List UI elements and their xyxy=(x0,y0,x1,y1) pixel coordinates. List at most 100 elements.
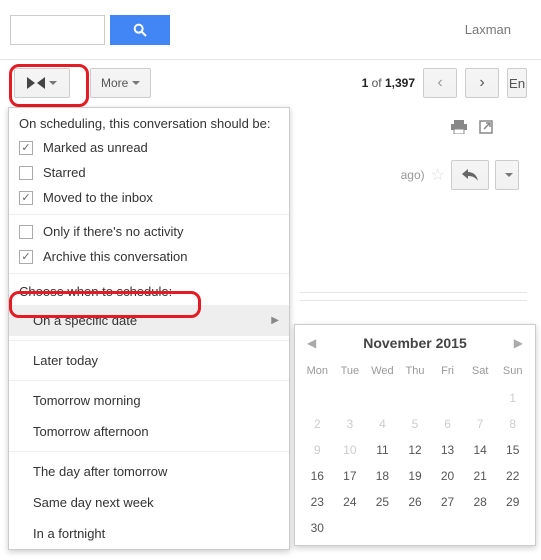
schedule-option[interactable]: Later today xyxy=(9,345,289,376)
cal-day[interactable]: 26 xyxy=(399,489,432,515)
cal-day xyxy=(464,385,497,411)
cal-weekday: Tue xyxy=(334,361,367,385)
menu-checkbox-item[interactable]: ✓ Moved to the inbox xyxy=(9,185,289,210)
schedule-option[interactable]: On a specific date ▶ xyxy=(9,305,289,336)
cal-day[interactable]: 16 xyxy=(301,463,334,489)
cal-day[interactable]: 1 xyxy=(496,385,529,411)
cal-weekday: Mon xyxy=(301,361,334,385)
top-bar: Laxman xyxy=(0,0,541,60)
cal-day[interactable]: 13 xyxy=(431,437,464,463)
choose-heading: Choose when to schedule: xyxy=(9,278,289,305)
cal-day xyxy=(334,515,367,541)
cal-day[interactable]: 19 xyxy=(399,463,432,489)
star-icon[interactable]: ☆ xyxy=(431,165,445,185)
chevron-right-icon: › xyxy=(479,74,484,92)
snooze-dropdown-button[interactable] xyxy=(14,68,70,98)
cal-day[interactable]: 15 xyxy=(496,437,529,463)
menu-heading: On scheduling, this conversation should … xyxy=(9,108,289,135)
cal-day[interactable]: 4 xyxy=(366,411,399,437)
user-name[interactable]: Laxman xyxy=(465,22,511,37)
cal-day[interactable]: 12 xyxy=(399,437,432,463)
schedule-option-label: On a specific date xyxy=(33,313,137,328)
cal-day[interactable]: 25 xyxy=(366,489,399,515)
checkbox[interactable]: ✓ xyxy=(19,141,33,155)
checkbox[interactable]: ✓ xyxy=(19,250,33,264)
menu-item-label: Only if there's no activity xyxy=(43,224,183,239)
menu-item-label: Moved to the inbox xyxy=(43,190,153,205)
cal-day[interactable]: 7 xyxy=(464,411,497,437)
new-window-icon[interactable] xyxy=(479,120,493,137)
schedule-option[interactable]: Tomorrow afternoon xyxy=(9,416,289,447)
cal-day xyxy=(431,385,464,411)
cal-day[interactable]: 28 xyxy=(464,489,497,515)
reply-more-button[interactable] xyxy=(495,160,519,190)
menu-checkbox-item[interactable]: ✓ Archive this conversation xyxy=(9,244,289,269)
schedule-option-label: Later today xyxy=(33,353,98,368)
search-icon xyxy=(132,22,148,38)
cal-title: November 2015 xyxy=(363,335,467,351)
checkbox[interactable] xyxy=(19,225,33,239)
cal-day[interactable]: 8 xyxy=(496,411,529,437)
separator xyxy=(9,273,289,274)
message-meta-row: ago) ☆ xyxy=(401,160,519,190)
caret-down-icon xyxy=(49,81,57,85)
cal-day xyxy=(431,515,464,541)
search-button[interactable] xyxy=(110,15,170,45)
cal-day[interactable]: 14 xyxy=(464,437,497,463)
cal-day xyxy=(464,515,497,541)
cal-next-button[interactable]: ▶ xyxy=(514,336,523,350)
menu-checkbox-item[interactable]: Starred xyxy=(9,160,289,185)
divider xyxy=(300,300,527,301)
menu-checkbox-item[interactable]: Only if there's no activity xyxy=(9,219,289,244)
cal-day[interactable]: 10 xyxy=(334,437,367,463)
schedule-option[interactable]: Same day next week xyxy=(9,487,289,518)
prev-button[interactable]: ‹ xyxy=(423,68,457,98)
cal-weekday: Thu xyxy=(399,361,432,385)
chevron-right-icon: ▶ xyxy=(271,315,279,326)
reply-button[interactable] xyxy=(451,160,489,190)
cal-day[interactable]: 22 xyxy=(496,463,529,489)
menu-item-label: Marked as unread xyxy=(43,140,148,155)
cal-day[interactable]: 30 xyxy=(301,515,334,541)
toolbar: More 1 of 1,397 ‹ › En xyxy=(0,60,541,106)
checkbox[interactable]: ✓ xyxy=(19,191,33,205)
cal-day[interactable]: 24 xyxy=(334,489,367,515)
cal-day[interactable]: 9 xyxy=(301,437,334,463)
schedule-option[interactable]: In a fortnight xyxy=(9,518,289,549)
cal-day[interactable]: 20 xyxy=(431,463,464,489)
more-button[interactable]: More xyxy=(90,68,151,98)
cal-day[interactable]: 3 xyxy=(334,411,367,437)
reply-icon xyxy=(462,169,478,181)
cal-day[interactable]: 17 xyxy=(334,463,367,489)
input-tools-button[interactable]: En xyxy=(507,68,527,98)
schedule-option[interactable]: Tomorrow morning xyxy=(9,385,289,416)
print-icon[interactable] xyxy=(451,120,467,137)
menu-checkbox-item[interactable]: ✓ Marked as unread xyxy=(9,135,289,160)
message-time: ago) xyxy=(401,168,425,182)
schedule-option-label: Same day next week xyxy=(33,495,154,510)
chevron-left-icon: ‹ xyxy=(437,74,442,92)
cal-weekday: Sat xyxy=(464,361,497,385)
cal-day xyxy=(366,515,399,541)
cal-day[interactable]: 18 xyxy=(366,463,399,489)
cal-day[interactable]: 2 xyxy=(301,411,334,437)
schedule-option-label: In a fortnight xyxy=(33,526,105,541)
cal-day xyxy=(399,385,432,411)
cal-day[interactable]: 29 xyxy=(496,489,529,515)
cal-day[interactable]: 5 xyxy=(399,411,432,437)
cal-day[interactable]: 27 xyxy=(431,489,464,515)
cal-day[interactable]: 6 xyxy=(431,411,464,437)
cal-day[interactable]: 21 xyxy=(464,463,497,489)
schedule-option[interactable]: The day after tomorrow xyxy=(9,456,289,487)
cal-prev-button[interactable]: ◀ xyxy=(307,336,316,350)
cal-day[interactable]: 23 xyxy=(301,489,334,515)
checkbox[interactable] xyxy=(19,166,33,180)
menu-item-label: Archive this conversation xyxy=(43,249,188,264)
next-button[interactable]: › xyxy=(465,68,499,98)
more-label: More xyxy=(101,76,128,90)
separator xyxy=(9,380,289,381)
pager: 1 of 1,397 ‹ › En xyxy=(362,68,527,98)
search-input[interactable] xyxy=(10,15,105,45)
cal-weekday: Wed xyxy=(366,361,399,385)
cal-day[interactable]: 11 xyxy=(366,437,399,463)
